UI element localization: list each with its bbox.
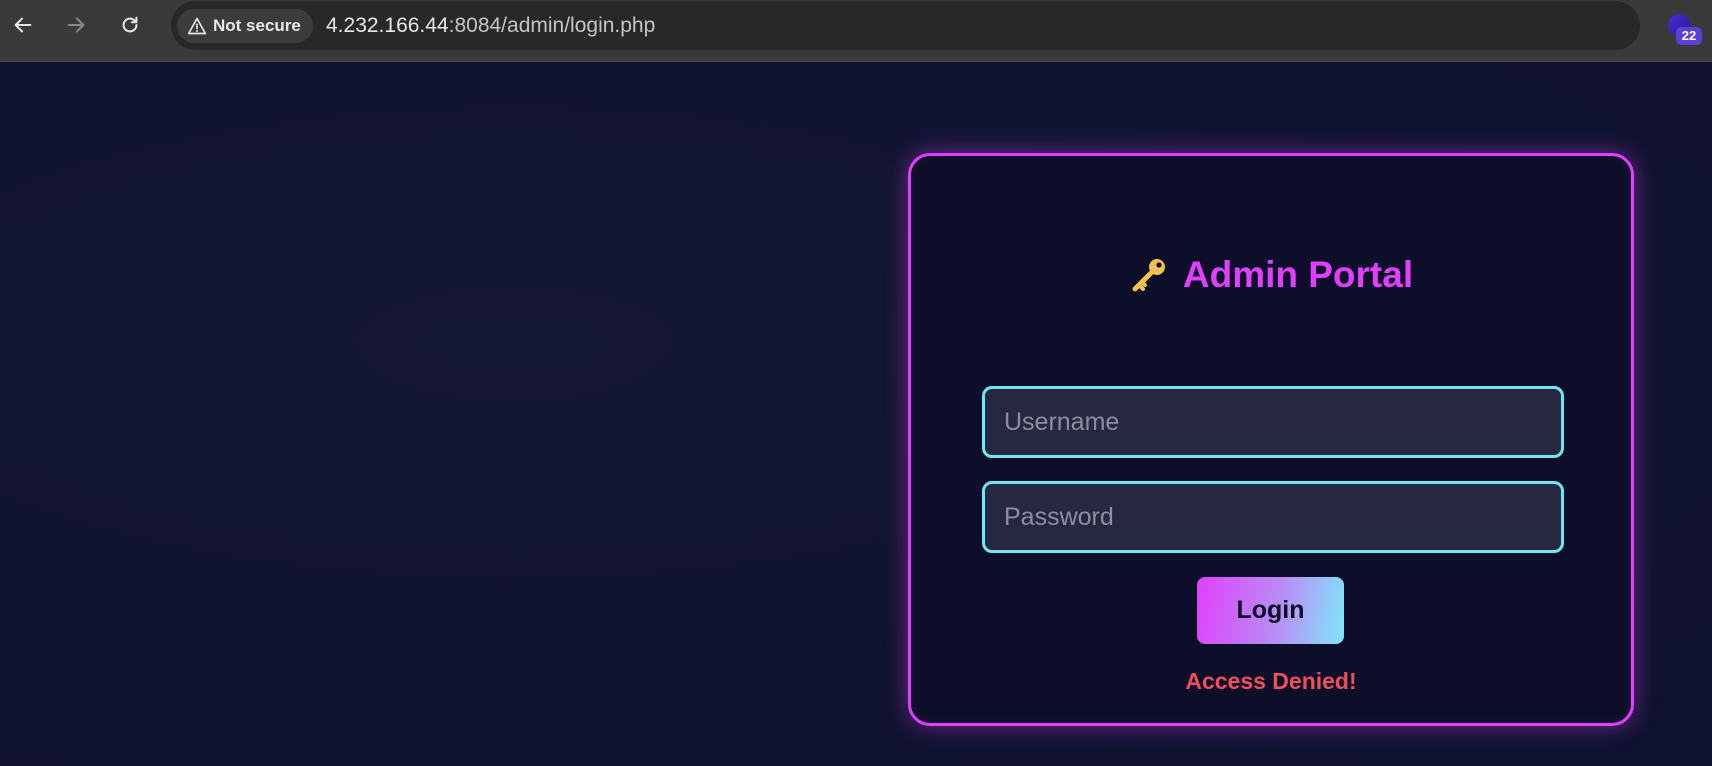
security-label: Not secure: [213, 16, 301, 35]
url-host: 4.232.166.44: [326, 14, 449, 37]
extension-button[interactable]: 22: [1664, 10, 1704, 46]
login-title-text: Admin Portal: [1182, 254, 1414, 295]
password-input[interactable]: [982, 481, 1564, 553]
url-path: :8084/admin/login.php: [448, 14, 656, 37]
error-message: Access Denied!: [1185, 668, 1357, 694]
back-arrow-icon: [14, 17, 32, 33]
address-bar[interactable]: Not secure 4.232.166.44:8084/admin/login…: [171, 1, 1640, 50]
url-text[interactable]: 4.232.166.44:8084/admin/login.php: [326, 14, 655, 38]
extension-badge: 22: [1676, 27, 1702, 45]
security-indicator[interactable]: Not secure: [177, 9, 313, 43]
login-title: Admin Portal: [911, 254, 1631, 296]
warning-triangle-icon: [187, 17, 207, 35]
username-input[interactable]: [982, 386, 1564, 458]
reload-button[interactable]: [114, 9, 146, 41]
reload-icon: [122, 16, 138, 33]
forward-arrow-icon: [67, 17, 85, 33]
forward-button[interactable]: [60, 9, 92, 41]
key-icon: [1132, 259, 1165, 292]
page-content: Admin Portal Login Access Denied!: [0, 62, 1712, 766]
back-button[interactable]: [7, 9, 39, 41]
browser-toolbar: Not secure 4.232.166.44:8084/admin/login…: [0, 0, 1712, 62]
login-card: Admin Portal Login Access Denied!: [908, 153, 1634, 726]
login-button[interactable]: Login: [1197, 577, 1344, 644]
